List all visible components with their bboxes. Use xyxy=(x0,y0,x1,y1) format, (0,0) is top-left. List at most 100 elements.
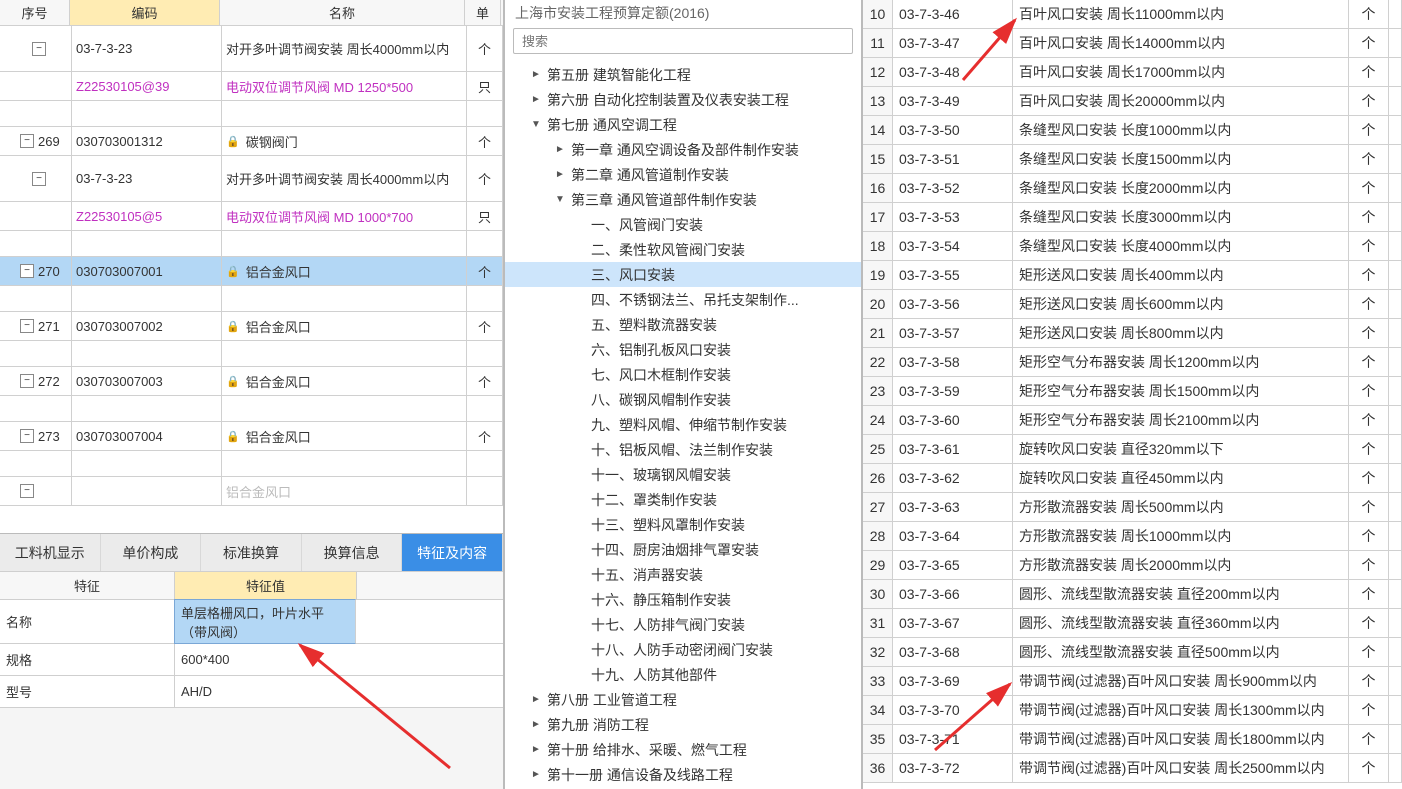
cell-name[interactable]: 铝合金风口 xyxy=(222,477,467,505)
tree-node[interactable]: 十八、人防手动密闭阀门安装 xyxy=(505,637,861,662)
tree-node[interactable]: ▼第三章 通风管道部件制作安装 xyxy=(505,187,861,212)
col-seq[interactable]: 序号 xyxy=(0,0,70,25)
prop-row[interactable]: 名称单层格栅风口，叶片水平（带风阀） xyxy=(0,600,503,644)
row-name[interactable]: 方形散流器安装 周长1000mm以内 xyxy=(1013,522,1349,550)
chevron-down-icon[interactable]: ▼ xyxy=(529,119,543,130)
tree-node[interactable]: 一、风管阀门安装 xyxy=(505,212,861,237)
row-code[interactable]: 03-7-3-56 xyxy=(893,290,1013,318)
tree-node[interactable]: ►第六册 自动化控制装置及仪表安装工程 xyxy=(505,87,861,112)
cell-name[interactable]: 🔒铝合金风口 xyxy=(222,422,467,450)
norm-row[interactable]: 2503-7-3-61旋转吹风口安装 直径320mm以下个 xyxy=(863,435,1402,464)
grid-row[interactable]: Z22530105@39电动双位调节风阀 MD 1250*500只 xyxy=(0,72,503,101)
cell-code[interactable]: 03-7-3-23 xyxy=(72,26,222,71)
cell-name[interactable]: 🔒碳钢阀门 xyxy=(222,127,467,155)
norm-row[interactable]: 2803-7-3-64方形散流器安装 周长1000mm以内个 xyxy=(863,522,1402,551)
norm-row[interactable]: 2403-7-3-60矩形空气分布器安装 周长2100mm以内个 xyxy=(863,406,1402,435)
norm-row[interactable]: 1703-7-3-53条缝型风口安装 长度3000mm以内个 xyxy=(863,203,1402,232)
grid-row[interactable]: −03-7-3-23对开多叶调节阀安装 周长4000mm以内个 xyxy=(0,26,503,72)
prop-row[interactable]: 型号AH/D xyxy=(0,676,503,708)
grid-row[interactable] xyxy=(0,451,503,477)
expand-icon[interactable]: − xyxy=(20,264,34,278)
row-name[interactable]: 百叶风口安装 周长11000mm以内 xyxy=(1013,0,1349,28)
row-name[interactable]: 圆形、流线型散流器安装 直径500mm以内 xyxy=(1013,638,1349,666)
tree-node[interactable]: 十五、消声器安装 xyxy=(505,562,861,587)
row-name[interactable]: 条缝型风口安装 长度3000mm以内 xyxy=(1013,203,1349,231)
grid-row[interactable]: − 铝合金风口 xyxy=(0,477,503,506)
grid-row[interactable] xyxy=(0,101,503,127)
tab-2[interactable]: 标准换算 xyxy=(201,534,302,571)
tree-node[interactable]: ▼第七册 通风空调工程 xyxy=(505,112,861,137)
chevron-right-icon[interactable]: ► xyxy=(529,694,543,705)
grid-row[interactable]: −270030703007001🔒铝合金风口个 xyxy=(0,257,503,286)
row-name[interactable]: 带调节阀(过滤器)百叶风口安装 周长2500mm以内 xyxy=(1013,754,1349,782)
tree-node[interactable]: 九、塑料风帽、伸缩节制作安装 xyxy=(505,412,861,437)
search-input[interactable] xyxy=(513,28,853,54)
grid-row[interactable]: −273030703007004🔒铝合金风口个 xyxy=(0,422,503,451)
col-key[interactable]: 特征 xyxy=(0,572,175,599)
col-name[interactable]: 名称 xyxy=(220,0,465,25)
grid-row[interactable] xyxy=(0,286,503,312)
row-name[interactable]: 百叶风口安装 周长17000mm以内 xyxy=(1013,58,1349,86)
row-code[interactable]: 03-7-3-60 xyxy=(893,406,1013,434)
chevron-right-icon[interactable]: ► xyxy=(529,769,543,780)
tree-node[interactable]: 十七、人防排气阀门安装 xyxy=(505,612,861,637)
tree-node[interactable]: ►第五册 建筑智能化工程 xyxy=(505,62,861,87)
row-code[interactable]: 03-7-3-62 xyxy=(893,464,1013,492)
tree-node[interactable]: 十二、罩类制作安装 xyxy=(505,487,861,512)
row-name[interactable]: 百叶风口安装 周长14000mm以内 xyxy=(1013,29,1349,57)
row-code[interactable]: 03-7-3-51 xyxy=(893,145,1013,173)
row-name[interactable]: 矩形空气分布器安装 周长1500mm以内 xyxy=(1013,377,1349,405)
expand-icon[interactable]: − xyxy=(20,134,34,148)
norm-row[interactable]: 1403-7-3-50条缝型风口安装 长度1000mm以内个 xyxy=(863,116,1402,145)
row-name[interactable]: 条缝型风口安装 长度1000mm以内 xyxy=(1013,116,1349,144)
norm-row[interactable]: 3103-7-3-67圆形、流线型散流器安装 直径360mm以内个 xyxy=(863,609,1402,638)
tree-node[interactable]: 十一、玻璃钢风帽安装 xyxy=(505,462,861,487)
row-code[interactable]: 03-7-3-67 xyxy=(893,609,1013,637)
row-name[interactable]: 矩形空气分布器安装 周长1200mm以内 xyxy=(1013,348,1349,376)
norm-row[interactable]: 1003-7-3-46百叶风口安装 周长11000mm以内个 xyxy=(863,0,1402,29)
cell-name[interactable]: 🔒铝合金风口 xyxy=(222,367,467,395)
row-code[interactable]: 03-7-3-52 xyxy=(893,174,1013,202)
tree-node[interactable]: 四、不锈钢法兰、吊托支架制作... xyxy=(505,287,861,312)
norm-row[interactable]: 2703-7-3-63方形散流器安装 周长500mm以内个 xyxy=(863,493,1402,522)
norm-row[interactable]: 3003-7-3-66圆形、流线型散流器安装 直径200mm以内个 xyxy=(863,580,1402,609)
row-code[interactable]: 03-7-3-69 xyxy=(893,667,1013,695)
cell-code[interactable]: 030703001312 xyxy=(72,127,222,155)
chevron-right-icon[interactable]: ► xyxy=(529,719,543,730)
row-name[interactable]: 旋转吹风口安装 直径320mm以下 xyxy=(1013,435,1349,463)
chevron-down-icon[interactable]: ▼ xyxy=(553,194,567,205)
norm-row[interactable]: 2203-7-3-58矩形空气分布器安装 周长1200mm以内个 xyxy=(863,348,1402,377)
row-code[interactable]: 03-7-3-55 xyxy=(893,261,1013,289)
grid-row[interactable]: −03-7-3-23对开多叶调节阀安装 周长4000mm以内个 xyxy=(0,156,503,202)
tree-node[interactable]: ►第十册 给排水、采暖、燃气工程 xyxy=(505,737,861,762)
row-name[interactable]: 方形散流器安装 周长500mm以内 xyxy=(1013,493,1349,521)
col-unit[interactable]: 单 xyxy=(465,0,501,25)
cell-code[interactable] xyxy=(72,477,222,505)
expand-icon[interactable]: − xyxy=(32,42,46,56)
cell-code[interactable]: 03-7-3-23 xyxy=(72,156,222,201)
prop-value[interactable]: 单层格栅风口，叶片水平（带风阀） xyxy=(174,599,356,644)
norm-row[interactable]: 3203-7-3-68圆形、流线型散流器安装 直径500mm以内个 xyxy=(863,638,1402,667)
row-code[interactable]: 03-7-3-72 xyxy=(893,754,1013,782)
grid-row[interactable] xyxy=(0,396,503,422)
row-name[interactable]: 旋转吹风口安装 直径450mm以内 xyxy=(1013,464,1349,492)
row-code[interactable]: 03-7-3-65 xyxy=(893,551,1013,579)
row-code[interactable]: 03-7-3-57 xyxy=(893,319,1013,347)
expand-icon[interactable]: − xyxy=(20,484,34,498)
row-name[interactable]: 带调节阀(过滤器)百叶风口安装 周长1800mm以内 xyxy=(1013,725,1349,753)
norm-row[interactable]: 2103-7-3-57矩形送风口安装 周长800mm以内个 xyxy=(863,319,1402,348)
prop-value[interactable]: 600*400 xyxy=(175,644,357,675)
row-name[interactable]: 条缝型风口安装 长度2000mm以内 xyxy=(1013,174,1349,202)
norm-row[interactable]: 1103-7-3-47百叶风口安装 周长14000mm以内个 xyxy=(863,29,1402,58)
cell-name[interactable]: 对开多叶调节阀安装 周长4000mm以内 xyxy=(222,156,467,201)
tree-node[interactable]: ►第八册 工业管道工程 xyxy=(505,687,861,712)
expand-icon[interactable]: − xyxy=(20,429,34,443)
row-code[interactable]: 03-7-3-68 xyxy=(893,638,1013,666)
norm-row[interactable]: 2303-7-3-59矩形空气分布器安装 周长1500mm以内个 xyxy=(863,377,1402,406)
norm-row[interactable]: 1303-7-3-49百叶风口安装 周长20000mm以内个 xyxy=(863,87,1402,116)
norm-row[interactable]: 1803-7-3-54条缝型风口安装 长度4000mm以内个 xyxy=(863,232,1402,261)
norm-tree[interactable]: ►第五册 建筑智能化工程►第六册 自动化控制装置及仪表安装工程▼第七册 通风空调… xyxy=(505,60,861,789)
row-name[interactable]: 带调节阀(过滤器)百叶风口安装 周长900mm以内 xyxy=(1013,667,1349,695)
norm-row[interactable]: 2603-7-3-62旋转吹风口安装 直径450mm以内个 xyxy=(863,464,1402,493)
tree-node[interactable]: 五、塑料散流器安装 xyxy=(505,312,861,337)
